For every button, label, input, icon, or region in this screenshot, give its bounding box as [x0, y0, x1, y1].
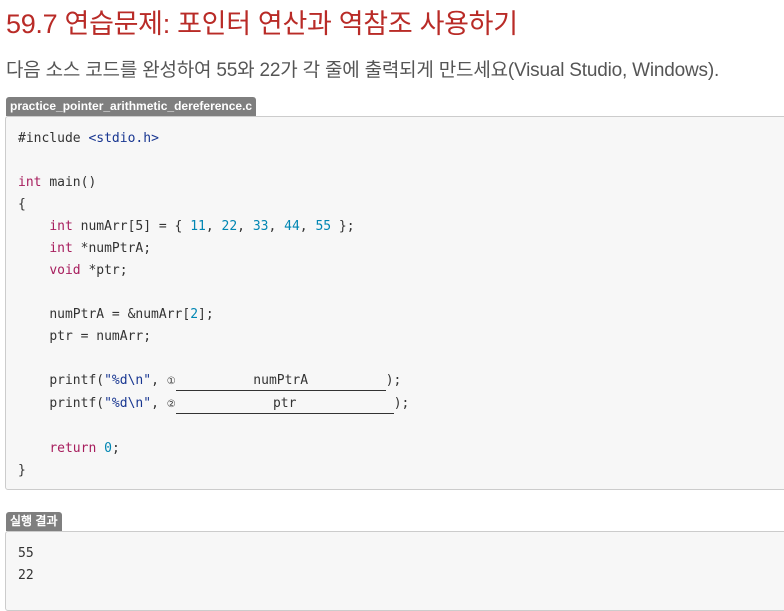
code-block: #include <stdio.h> int main() { int numA… [5, 116, 784, 490]
result-label-badge: 실행 결과 [6, 512, 62, 531]
printf-separator: , [151, 373, 167, 388]
blank-marker-2: ② [166, 399, 176, 410]
main-function-name: main() [49, 175, 97, 190]
answer-blank-1-text: numPtrA [253, 373, 309, 388]
ptr-decl: *ptr; [88, 263, 128, 278]
output-line: 55 [18, 546, 34, 561]
assign-numptra: numPtrA = &numArr[ [49, 307, 191, 322]
code-filename-badge: practice_pointer_arithmetic_dereference.… [6, 97, 257, 116]
include-header: <stdio.h> [88, 131, 159, 146]
return-keyword: return [49, 441, 97, 456]
printf-call: printf( [49, 373, 105, 388]
main-return-type: int [18, 175, 42, 190]
ptra-decl: *numPtrA; [80, 241, 152, 256]
format-string: "%d\n" [104, 396, 152, 411]
format-string: "%d\n" [104, 373, 152, 388]
printf-separator: , [151, 396, 167, 411]
output-block: 55 22 [5, 531, 784, 611]
page-title: 59.7 연습문제: 포인터 연산과 역참조 사용하기 [6, 9, 518, 39]
open-brace: { [18, 197, 26, 212]
arr-value: 11 [190, 219, 206, 234]
blank-marker-1: ① [166, 376, 176, 387]
assign-index: 2 [190, 307, 199, 322]
printf-end: ); [393, 396, 410, 411]
program-output: 55 22 [18, 543, 34, 587]
ptra-type: int [49, 241, 73, 256]
printf-end: ); [385, 373, 402, 388]
source-code: #include <stdio.h> int main() { int numA… [18, 131, 410, 478]
return-value: 0 [104, 441, 112, 456]
answer-blank-2-text: ptr [272, 396, 297, 411]
ptr-type: void [49, 263, 81, 278]
printf-call: printf( [49, 396, 105, 411]
arr-value: 55 [315, 219, 332, 234]
exercise-description: 다음 소스 코드를 완성하여 55와 22가 각 줄에 출력되게 만드세요(Vi… [6, 60, 720, 81]
include-directive: #include [18, 131, 81, 146]
arr-end: }; [331, 219, 355, 234]
arr-type: int [49, 219, 73, 234]
close-brace: } [18, 463, 26, 478]
answer-blank-2[interactable]: ptr [175, 396, 394, 414]
output-line: 22 [18, 568, 34, 583]
return-end: ; [111, 441, 120, 456]
arr-value: 22 [221, 219, 238, 234]
answer-blank-1[interactable]: numPtrA [175, 373, 386, 391]
assign-end: ]; [198, 307, 214, 322]
arr-value: 44 [284, 219, 300, 234]
arr-value: 33 [252, 219, 269, 234]
arr-decl: numArr[5] = { [80, 219, 191, 234]
assign-ptr: ptr = numArr; [49, 329, 152, 344]
